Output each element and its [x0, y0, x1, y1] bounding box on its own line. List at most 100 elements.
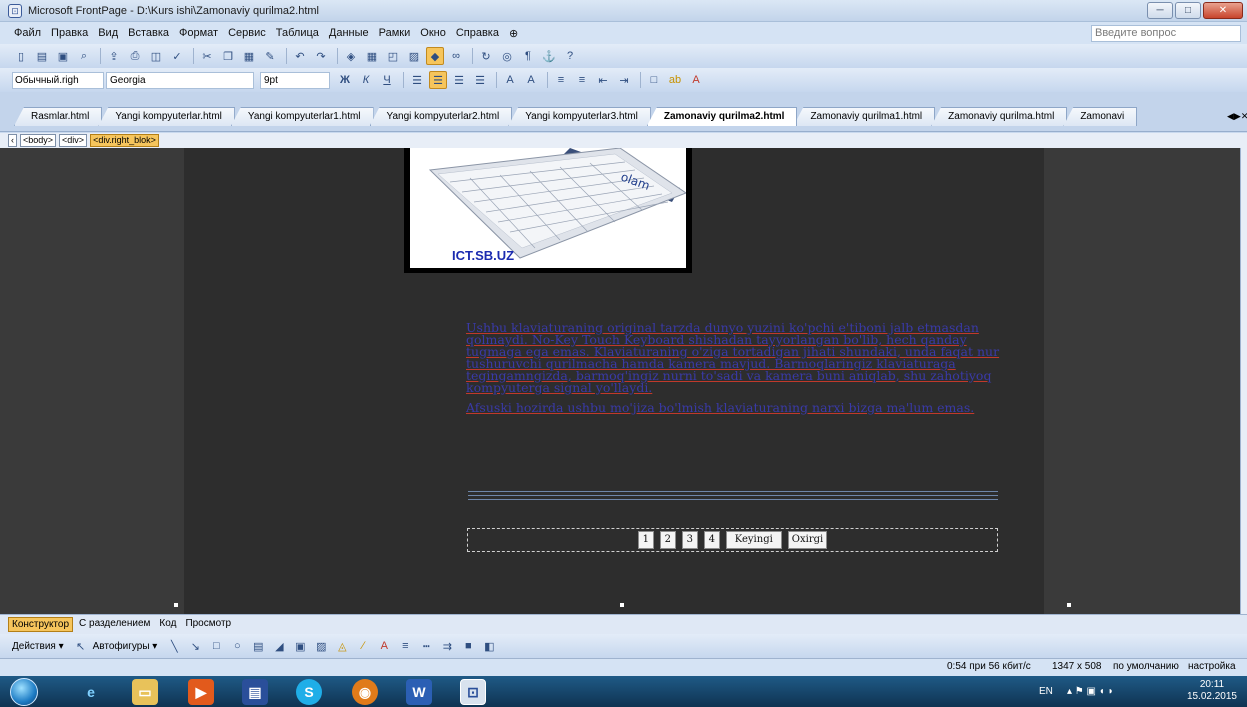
menu-window[interactable]: Окно — [420, 27, 446, 39]
firefox-icon[interactable]: ◉ — [352, 679, 378, 705]
tab-zamonaviy-qurilma2[interactable]: Zamonaviy qurilma2.html — [646, 107, 798, 126]
font-color-icon[interactable]: A — [375, 637, 393, 655]
tab-zamonaviy-qurilma1[interactable]: Zamonaviy qurilma1.html — [793, 107, 936, 126]
copy-icon[interactable]: ❐ — [219, 47, 237, 65]
print-icon[interactable]: ⎙ — [126, 47, 144, 65]
tag-div-right-blok[interactable]: <div.right_blok> — [90, 134, 159, 147]
arrow-icon[interactable]: ↘ — [186, 637, 204, 655]
align-left-icon[interactable]: ☰ — [408, 71, 426, 89]
border-icon[interactable]: □ — [645, 71, 663, 89]
internet-explorer-icon[interactable]: e — [78, 679, 104, 705]
resize-handle[interactable] — [1067, 603, 1071, 607]
resize-handle[interactable] — [620, 603, 624, 607]
bold-button[interactable]: Ж — [336, 71, 354, 89]
page-link-3[interactable]: 3 — [681, 531, 698, 549]
dash-style-icon[interactable]: ┅ — [417, 637, 435, 655]
menu-help[interactable]: Справка — [456, 27, 499, 39]
menu-data[interactable]: Данные — [329, 27, 369, 39]
frontpage-active-icon[interactable]: ⊡ — [460, 679, 486, 705]
article-paragraph-2[interactable]: Afsuski hozirda ushbu mo'jiza bo'lmish k… — [466, 401, 1000, 414]
font-select[interactable]: Georgia — [106, 71, 254, 89]
article-paragraph-1[interactable]: Ushbu klaviaturaning original tarzda dun… — [466, 321, 1000, 394]
next-page-button[interactable]: Keyingi — [725, 531, 782, 549]
tab-scroll-arrows-icon[interactable]: ◀▶✕ — [1227, 107, 1247, 126]
autoshapes-menu[interactable]: Автофигуры ▾ — [93, 641, 158, 652]
skype-icon[interactable]: S — [296, 679, 322, 705]
page-link-1[interactable]: 1 — [637, 531, 654, 549]
align-center-icon[interactable]: ☰ — [429, 71, 447, 89]
page-link-2[interactable]: 2 — [659, 531, 676, 549]
clipart-icon[interactable]: ▣ — [291, 637, 309, 655]
keyboard-image-frame[interactable]: olam ICT.SB.UZ — [404, 148, 692, 273]
textbox-icon[interactable]: ▤ — [249, 637, 267, 655]
menu-tools[interactable]: Сервис — [228, 27, 266, 39]
menu-table[interactable]: Таблица — [276, 27, 319, 39]
menu-edit[interactable]: Правка — [51, 27, 88, 39]
tag-body[interactable]: <body> — [20, 134, 57, 147]
insert-picture-icon[interactable]: ▨ — [405, 47, 423, 65]
bulleted-list-icon[interactable]: ≡ — [573, 71, 591, 89]
preview-icon[interactable]: ◫ — [147, 47, 165, 65]
design-canvas[interactable]: olam ICT.SB.UZ Ushbu klaviaturaning orig… — [0, 148, 1247, 614]
fill-color-icon[interactable]: ◬ — [333, 637, 351, 655]
decrease-indent-icon[interactable]: ⇤ — [594, 71, 612, 89]
view-preview-tab[interactable]: Просмотр — [182, 617, 234, 632]
help-icon[interactable]: ? — [561, 47, 579, 65]
actions-menu[interactable]: Действия ▾ — [12, 641, 64, 652]
redo-icon[interactable]: ↷ — [312, 47, 330, 65]
menu-format[interactable]: Формат — [179, 27, 218, 39]
select-arrow-icon[interactable]: ↖ — [72, 637, 90, 655]
arrow-style-icon[interactable]: ⇉ — [438, 637, 456, 655]
new-page-icon[interactable]: ▯ — [12, 47, 30, 65]
view-code-tab[interactable]: Код — [156, 617, 179, 632]
increase-font-icon[interactable]: A — [501, 71, 519, 89]
anchor-icon[interactable]: ⚓ — [540, 47, 558, 65]
spelling-icon[interactable]: ✓ — [168, 47, 186, 65]
menu-insert[interactable]: Вставка — [128, 27, 169, 39]
tab-yangi-kompyuterlar[interactable]: Yangi kompyuterlar.html — [98, 107, 235, 126]
3d-icon[interactable]: ◧ — [480, 637, 498, 655]
stop-icon[interactable]: ◎ — [498, 47, 516, 65]
align-right-icon[interactable]: ☰ — [450, 71, 468, 89]
tab-zamonavi[interactable]: Zamonavi — [1063, 107, 1138, 126]
language-indicator[interactable]: EN — [1039, 686, 1053, 697]
numbered-list-icon[interactable]: ≡ — [552, 71, 570, 89]
tag-scroll-left-icon[interactable]: ‹ — [8, 134, 17, 147]
insert-layer-icon[interactable]: ◰ — [384, 47, 402, 65]
clock[interactable]: 20:11 15.02.2015 — [1187, 679, 1237, 703]
highlight-icon[interactable]: ab — [666, 71, 684, 89]
close-button[interactable]: ✕ — [1203, 2, 1243, 19]
italic-button[interactable]: К — [357, 71, 375, 89]
frontpage-taskbar-icon[interactable]: ▤ — [242, 679, 268, 705]
refresh-icon[interactable]: ↻ — [477, 47, 495, 65]
page-dimensions[interactable]: 1347 x 508 — [1052, 661, 1102, 672]
search-icon[interactable]: ⌕ — [75, 47, 93, 65]
cut-icon[interactable]: ✂ — [198, 47, 216, 65]
picture-icon[interactable]: ▨ — [312, 637, 330, 655]
start-button[interactable] — [10, 678, 38, 706]
resize-handle[interactable] — [174, 603, 178, 607]
decrease-font-icon[interactable]: A — [522, 71, 540, 89]
justify-icon[interactable]: ☰ — [471, 71, 489, 89]
media-player-icon[interactable]: ▶ — [188, 679, 214, 705]
rectangle-icon[interactable]: □ — [207, 637, 225, 655]
tray-icons[interactable]: ▴ ⚑ ▣ ◖ ◗ — [1067, 686, 1114, 697]
line-icon[interactable]: ╲ — [165, 637, 183, 655]
custom-setting[interactable]: настройка — [1188, 661, 1236, 672]
increase-indent-icon[interactable]: ⇥ — [615, 71, 633, 89]
insert-table-icon[interactable]: ▦ — [363, 47, 381, 65]
help-globe-icon[interactable]: ⊕ — [509, 27, 518, 40]
open-folder-icon[interactable]: ▤ — [33, 47, 51, 65]
vertical-scrollbar[interactable] — [1240, 148, 1247, 614]
oval-icon[interactable]: ○ — [228, 637, 246, 655]
format-painter-icon[interactable]: ✎ — [261, 47, 279, 65]
tag-div[interactable]: <div> — [59, 134, 88, 147]
view-split-tab[interactable]: С разделением — [76, 617, 153, 632]
tab-rasmlar[interactable]: Rasmlar.html — [14, 107, 103, 126]
undo-icon[interactable]: ↶ — [291, 47, 309, 65]
last-page-button[interactable]: Oxirgi — [787, 531, 828, 549]
article-text[interactable]: Ushbu klaviaturaning original tarzda dun… — [466, 321, 1000, 422]
word-icon[interactable]: W — [406, 679, 432, 705]
menu-view[interactable]: Вид — [98, 27, 118, 39]
minimize-button[interactable]: ─ — [1147, 2, 1173, 19]
